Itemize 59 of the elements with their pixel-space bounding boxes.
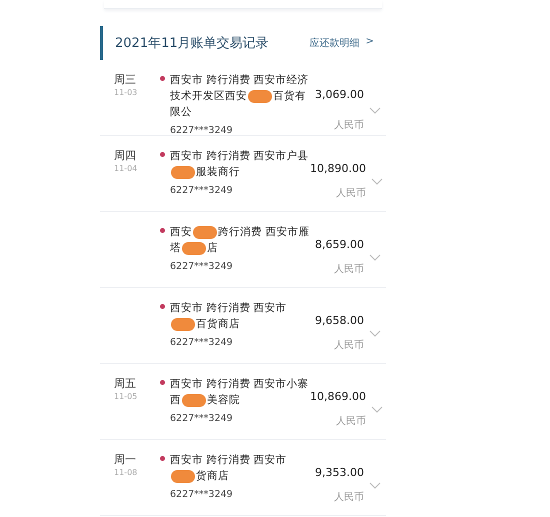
chevron-down-icon[interactable] (369, 482, 381, 488)
chevron-down-icon[interactable] (370, 178, 383, 184)
amount: 10,890.00 (310, 162, 366, 175)
redaction-mark (248, 90, 272, 103)
merchant-description: 西安市 跨行消费 西安市经济技术开发区西安 百货有限公 (170, 73, 310, 120)
date-label: 11-08 (114, 468, 138, 477)
status-dot-icon (160, 152, 165, 157)
merchant-description: 西安市 跨行消费 西安市户县 服装商行 (170, 149, 310, 180)
currency-label: 人民币 (334, 186, 366, 200)
card-number: 6227***3249 (170, 185, 234, 196)
merchant-description: 西安市 跨行消费 西安市 货商店 (170, 453, 288, 484)
card-number: 6227***3249 (170, 125, 234, 136)
transaction-row[interactable]: 西安 跨行消费 西安市雁塔 店 6227***3249 8,659.00 人民币 (100, 212, 386, 288)
chevron-down-icon[interactable] (370, 406, 383, 412)
redaction-mark (182, 242, 206, 255)
redaction-mark (171, 470, 195, 483)
status-dot-icon (160, 228, 165, 233)
transaction-row[interactable]: 周一 11-08 西安市 跨行消费 西安市 货商店 6227***3249 9,353.00 人民币 (100, 440, 386, 516)
amount: 9,658.00 (314, 314, 364, 327)
currency-label: 人民币 (333, 262, 364, 276)
currency-label: 人民币 (333, 118, 364, 132)
currency-label: 人民币 (333, 338, 364, 352)
redaction-mark (193, 226, 217, 239)
merchant-description: 西安市 跨行消费 西安市 百货商店 (170, 301, 288, 332)
redaction-mark (182, 394, 206, 407)
transaction-row[interactable]: 西安市 跨行消费 西安市 百货商店 6227***3249 9,658.00 人民币 (100, 288, 386, 364)
repayment-details-link[interactable]: 应还款明细 > (310, 36, 374, 50)
merchant-description: 西安 跨行消费 西安市雁塔 店 (170, 224, 310, 256)
card-number: 6227***3249 (170, 261, 234, 272)
currency-label: 人民币 (334, 414, 366, 428)
amount: 3,069.00 (314, 88, 364, 102)
status-dot-icon (160, 380, 165, 385)
weekday-label: 周三 (114, 72, 137, 87)
merchant-description: 西安市 跨行消费 西安市小寨西 美容院 (170, 377, 310, 408)
redaction-mark (171, 166, 195, 179)
currency-label: 人民币 (333, 490, 364, 504)
card-number: 6227***3249 (170, 413, 234, 424)
amount: 8,659.00 (314, 238, 364, 251)
status-dot-icon (160, 456, 165, 461)
weekday-label: 周一 (114, 452, 137, 467)
transaction-row[interactable]: 周五 11-05 西安市 跨行消费 西安市小寨西 美容院 6227***3249 10,869.00 人民币 (100, 364, 386, 440)
redaction-mark (171, 318, 195, 331)
section-title: 2021年11月账单交易记录 (115, 35, 270, 52)
transaction-row[interactable]: 周四 11-04 西安市 跨行消费 西安市户县 服装商行 6227***3249 10,890.00 人民币 (100, 136, 386, 212)
status-dot-icon (160, 76, 165, 81)
weekday-label: 周五 (114, 376, 137, 391)
amount: 9,353.00 (314, 466, 364, 479)
chevron-down-icon[interactable] (369, 254, 381, 260)
card-number: 6227***3249 (170, 489, 234, 500)
chevron-down-icon[interactable] (369, 106, 381, 114)
transaction-row[interactable]: 周三 11-03 西安市 跨行消费 西安市经济技术开发区西安 百货有限公 6227***3249 3,069.00 人民币 (100, 60, 386, 136)
date-label: 11-03 (114, 88, 138, 97)
status-dot-icon (160, 304, 165, 309)
weekday-label: 周四 (114, 148, 137, 163)
amount: 10,869.00 (310, 390, 366, 403)
card-number: 6227***3249 (170, 337, 234, 348)
date-label: 11-05 (114, 392, 138, 401)
date-label: 11-04 (114, 164, 138, 173)
chevron-down-icon[interactable] (369, 330, 381, 336)
